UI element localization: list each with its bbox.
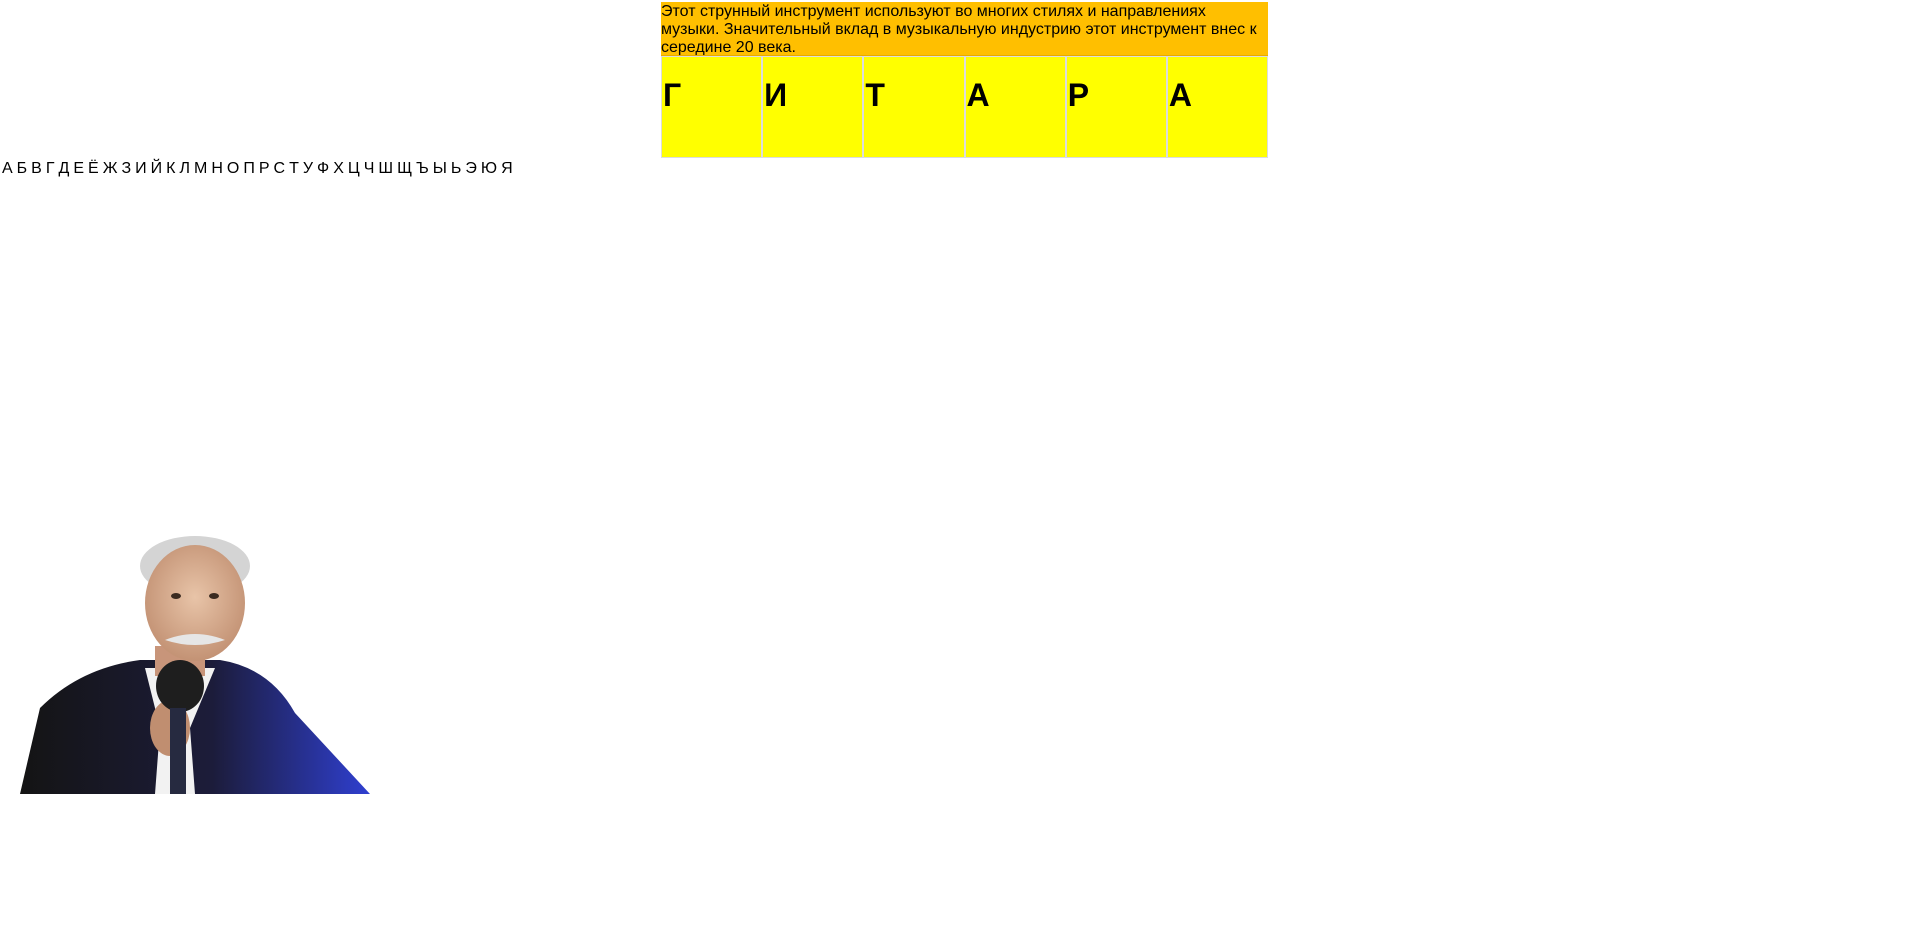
alphabet-letter[interactable]: Ю xyxy=(481,160,497,178)
letter-cell-1: Г xyxy=(661,56,763,158)
alphabet-letter[interactable]: С xyxy=(274,160,286,178)
alphabet-letter[interactable]: Х xyxy=(333,160,344,178)
alphabet-letter[interactable]: Ш xyxy=(378,160,393,178)
alphabet-letter[interactable]: В xyxy=(31,160,42,178)
alphabet-letter[interactable]: Щ xyxy=(397,160,412,178)
alphabet-letter[interactable]: Р xyxy=(259,160,270,178)
alphabet-letter[interactable]: У xyxy=(303,160,313,178)
alphabet-letter[interactable]: П xyxy=(243,160,255,178)
alphabet-letter[interactable]: Г xyxy=(46,160,55,178)
alphabet-letter[interactable]: Ы xyxy=(433,160,447,178)
alphabet-letters: А Б В Г Д Е Ё Ж З И Й К Л М Н О П Р С Т … xyxy=(2,160,517,178)
alphabet-letter[interactable]: Ч xyxy=(364,160,375,178)
letter-cell-3: Т xyxy=(863,56,965,158)
alphabet-letter[interactable]: Ц xyxy=(348,160,360,178)
alphabet-letter[interactable]: М xyxy=(194,160,207,178)
alphabet-letter[interactable]: Ъ xyxy=(416,160,429,178)
alphabet-letter[interactable]: З xyxy=(122,160,132,178)
alphabet-letter[interactable]: Э xyxy=(465,160,477,178)
alphabet-letter[interactable]: Б xyxy=(17,160,28,178)
alphabet-letter[interactable]: Т xyxy=(289,160,299,178)
alphabet-letter[interactable]: Ф xyxy=(317,160,329,178)
alphabet-letter[interactable]: Я xyxy=(501,160,513,178)
page: Этот струнный инструмент используют во м… xyxy=(0,0,1906,941)
alphabet-letter[interactable]: А xyxy=(2,160,13,178)
letter-cell-2: И xyxy=(762,56,864,158)
alphabet-letter[interactable]: О xyxy=(227,160,239,178)
host-photo-icon xyxy=(20,536,370,794)
alphabet-letter[interactable]: И xyxy=(135,160,147,178)
alphabet-letter[interactable]: Й xyxy=(151,160,163,178)
alphabet-letter[interactable]: Ж xyxy=(103,160,118,178)
alphabet-letter[interactable]: Н xyxy=(211,160,223,178)
game-board: Этот струнный инструмент используют во м… xyxy=(661,2,1269,158)
alphabet-letter[interactable]: Е xyxy=(73,160,84,178)
alphabet-letter[interactable]: Ё xyxy=(88,160,99,178)
alphabet-letter[interactable]: Ь xyxy=(451,160,462,178)
letter-cell-4: А xyxy=(964,56,1066,158)
letter-cell-5: Р xyxy=(1065,56,1167,158)
alphabet-letter[interactable]: Д xyxy=(59,160,70,178)
clue-text: Этот струнный инструмент используют во м… xyxy=(661,2,1268,56)
letter-cell-6: А xyxy=(1166,56,1269,158)
alphabet-letter[interactable]: К xyxy=(166,160,175,178)
word-row: Г И Т А Р А xyxy=(661,56,1269,158)
alphabet-letter[interactable]: Л xyxy=(180,160,191,178)
